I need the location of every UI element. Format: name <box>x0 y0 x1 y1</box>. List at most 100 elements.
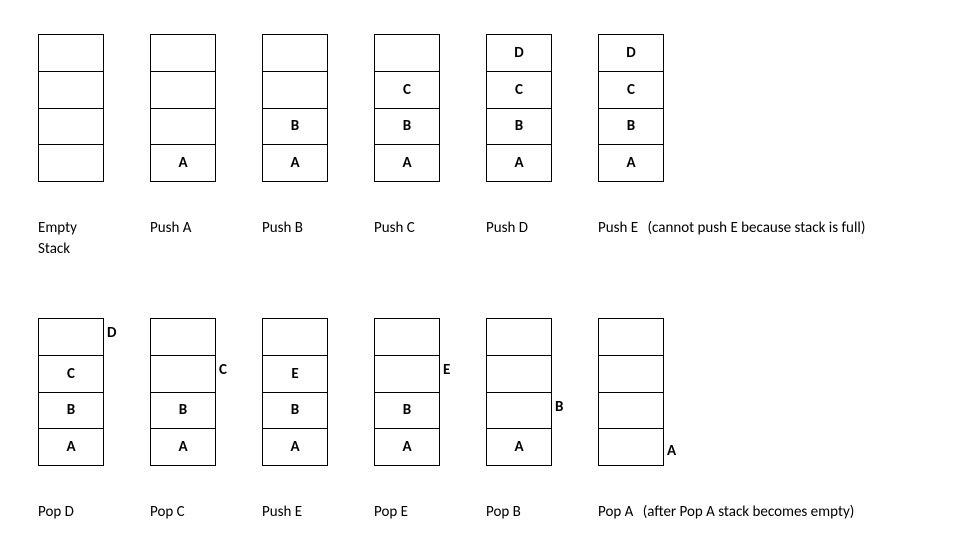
stack-cell: A <box>599 144 663 181</box>
stack-cell: C <box>599 71 663 108</box>
stack-cell <box>151 108 215 145</box>
stack-cell <box>375 318 439 355</box>
stack-cell: B <box>263 108 327 145</box>
stack-cell <box>39 318 103 355</box>
stack-cell <box>39 34 103 71</box>
stack-cell: B <box>599 108 663 145</box>
stack-pop-c: A B C <box>150 318 216 466</box>
stack-column: A B E <box>262 318 374 466</box>
stack-cell: A <box>375 144 439 181</box>
stack-push-e-full: A B C D <box>598 34 664 182</box>
stack-pop-b: A B <box>486 318 552 466</box>
label-extra-note: (after Pop A stack becomes empty) <box>643 503 855 521</box>
stack-empty <box>38 34 104 182</box>
stack-cell <box>151 71 215 108</box>
stack-label: Pop B <box>486 502 598 523</box>
stack-cell <box>151 355 215 392</box>
label-line1: Push B <box>262 219 303 237</box>
stack-column: A B C <box>374 34 486 182</box>
stack-cell: B <box>375 392 439 429</box>
stack-label: Pop E <box>374 502 486 523</box>
stack-pop-d: A B C D <box>38 318 104 466</box>
stack-cell: A <box>39 428 103 465</box>
top-stacks-row: A A B A B C A B C D A B <box>38 34 710 182</box>
stack-label: Empty Stack <box>38 218 150 260</box>
stack-cell <box>151 34 215 71</box>
stack-label: Push E <box>262 502 374 523</box>
stack-column: A B C D <box>38 318 150 466</box>
stack-cell <box>487 355 551 392</box>
stack-cell <box>487 318 551 355</box>
stack-cell <box>39 71 103 108</box>
stack-label: Push D <box>486 218 598 239</box>
stack-label: Push C <box>374 218 486 239</box>
popped-element: A <box>667 442 676 460</box>
stack-cell <box>39 108 103 145</box>
stack-cell: A <box>487 144 551 181</box>
stack-push-a: A <box>150 34 216 182</box>
stack-label: Pop C <box>150 502 262 523</box>
label-line1: Pop A <box>598 503 633 521</box>
stack-cell: A <box>375 428 439 465</box>
stack-cell <box>263 71 327 108</box>
stack-cell: B <box>151 392 215 429</box>
stack-label: Push B <box>262 218 374 239</box>
stack-cell: A <box>487 428 551 465</box>
stack-label: Push E (cannot push E because stack is f… <box>598 218 865 239</box>
label-line1: Push C <box>374 219 415 237</box>
label-line1: Empty <box>38 219 77 237</box>
stack-cell: A <box>151 428 215 465</box>
label-line1: Pop E <box>374 503 408 521</box>
stack-cell <box>151 318 215 355</box>
stack-label: Pop A (after Pop A stack becomes empty) <box>598 502 854 523</box>
popped-element: C <box>219 361 227 379</box>
stack-cell <box>599 392 663 429</box>
stack-column: A B <box>262 34 374 182</box>
stack-cell: B <box>263 392 327 429</box>
stack-column: A <box>598 318 710 466</box>
stack-label: Push A <box>150 218 262 239</box>
label-line1: Push E <box>598 219 638 237</box>
stack-cell: C <box>375 71 439 108</box>
stack-cell: A <box>151 144 215 181</box>
stack-column: A B C D <box>598 34 710 182</box>
stack-column <box>38 34 150 182</box>
stack-cell <box>39 144 103 181</box>
stack-cell <box>263 318 327 355</box>
stack-cell: A <box>263 144 327 181</box>
stack-pop-e: A B E <box>374 318 440 466</box>
stack-cell <box>599 318 663 355</box>
label-line1: Push A <box>150 219 191 237</box>
stack-cell <box>263 34 327 71</box>
stack-pop-a: A <box>598 318 664 466</box>
label-extra-note: (cannot push E because stack is full) <box>648 219 866 237</box>
stack-push-b: A B <box>262 34 328 182</box>
stack-cell: D <box>487 34 551 71</box>
label-line2: Stack <box>38 240 70 258</box>
popped-element: B <box>555 398 563 416</box>
label-line1: Pop D <box>38 503 74 521</box>
stack-cell: C <box>487 71 551 108</box>
top-labels-row: Empty Stack Push A Push B Push C Push D … <box>38 218 865 260</box>
stack-column: A B E <box>374 318 486 466</box>
stack-push-e: A B E <box>262 318 328 466</box>
label-line1: Push D <box>486 219 528 237</box>
stack-cell: B <box>39 392 103 429</box>
stack-cell: D <box>599 34 663 71</box>
stack-label: Pop D <box>38 502 150 523</box>
stack-column: A <box>150 34 262 182</box>
stack-cell <box>599 355 663 392</box>
stack-cell: B <box>487 108 551 145</box>
label-line1: Pop C <box>150 503 185 521</box>
popped-element: D <box>107 324 116 342</box>
stack-cell: A <box>263 428 327 465</box>
label-line1: Push E <box>262 503 302 521</box>
stack-cell <box>487 392 551 429</box>
stack-cell: E <box>263 355 327 392</box>
stack-push-c: A B C <box>374 34 440 182</box>
stack-cell: C <box>39 355 103 392</box>
stack-cell: B <box>375 108 439 145</box>
bottom-stacks-row: A B C D A B C A B E A B E <box>38 318 710 466</box>
stack-column: A B C <box>150 318 262 466</box>
bottom-labels-row: Pop D Pop C Push E Pop E Pop B Pop A (af… <box>38 502 854 523</box>
